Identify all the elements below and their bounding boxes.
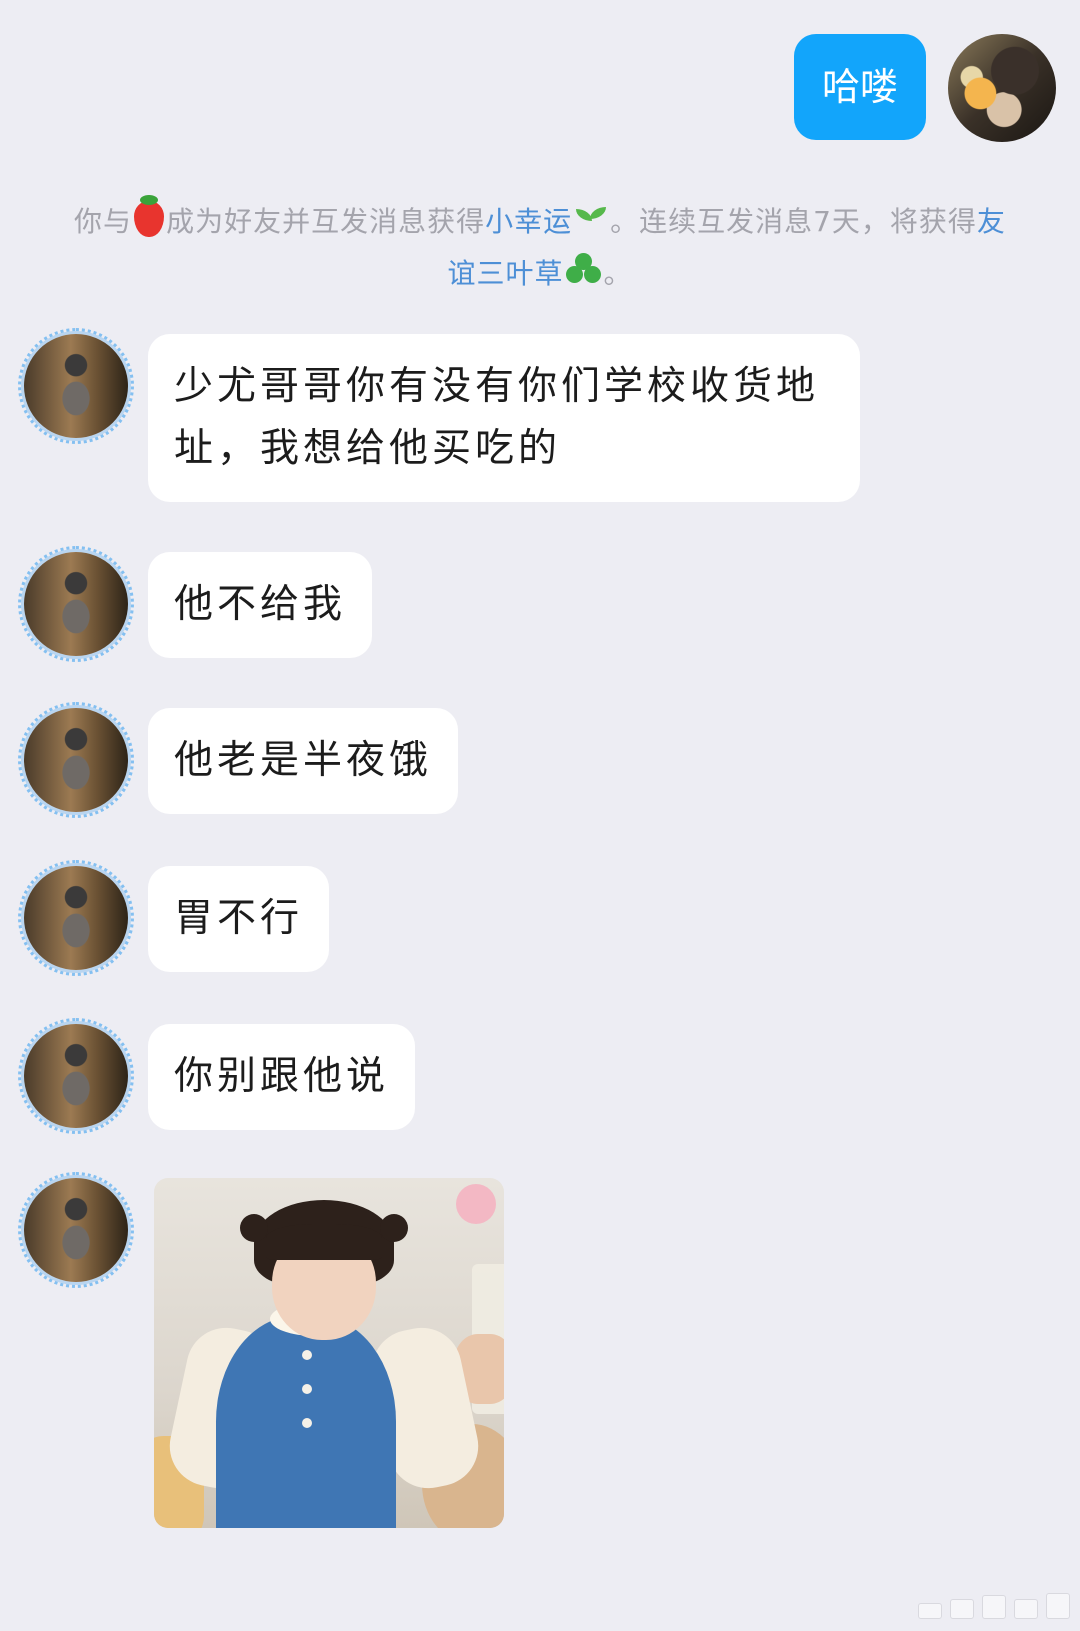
incoming-message-row: 少尤哥哥你有没有你们学校收货地址，我想给他买吃的 (18, 328, 860, 502)
friend-avatar[interactable] (18, 860, 134, 976)
lucky-link[interactable]: 小幸运 (485, 205, 572, 238)
sticker-badge-icon (456, 1184, 496, 1224)
watermark (918, 1593, 1070, 1619)
notice-text-3: 。连续互发消息7天，将获得 (610, 205, 977, 238)
image-message[interactable] (154, 1178, 504, 1528)
incoming-image-row (18, 1172, 504, 1528)
friendship-notice: 你与 成为好友并互发消息获得小幸运 。连续互发消息7天，将获得友谊三叶草。 (60, 195, 1020, 300)
outgoing-message-row: 哈喽 (793, 34, 1056, 142)
incoming-message-bubble[interactable]: 少尤哥哥你有没有你们学校收货地址，我想给他买吃的 (148, 334, 860, 502)
notice-text-4: 。 (603, 257, 633, 290)
friend-avatar[interactable] (18, 546, 134, 662)
incoming-message-bubble[interactable]: 他老是半夜饿 (148, 708, 459, 814)
chat-window: 哈喽 你与 成为好友并互发消息获得小幸运 。连续互发消息7天，将获得友谊三叶草。 少… (0, 0, 1080, 1631)
strawberry-icon (134, 195, 165, 237)
friend-avatar[interactable] (18, 328, 134, 444)
incoming-message-bubble[interactable]: 胃不行 (148, 866, 330, 972)
clover-icon (565, 253, 602, 289)
sprout-icon (574, 205, 608, 237)
friend-avatar[interactable] (18, 702, 134, 818)
notice-text-1: 你与 (74, 205, 133, 238)
notice-text-2: 成为好友并互发消息获得 (166, 205, 486, 238)
incoming-message-row: 你别跟他说 (18, 1018, 416, 1134)
incoming-message-row: 胃不行 (18, 860, 330, 976)
incoming-message-bubble[interactable]: 他不给我 (148, 552, 373, 658)
outgoing-message-bubble[interactable]: 哈喽 (793, 34, 926, 140)
incoming-message-row: 他不给我 (18, 546, 373, 662)
incoming-message-bubble[interactable]: 你别跟他说 (148, 1024, 416, 1130)
incoming-message-row: 他老是半夜饿 (18, 702, 459, 818)
self-avatar[interactable] (948, 34, 1056, 142)
friend-avatar[interactable] (18, 1018, 134, 1134)
friend-avatar[interactable] (18, 1172, 134, 1288)
